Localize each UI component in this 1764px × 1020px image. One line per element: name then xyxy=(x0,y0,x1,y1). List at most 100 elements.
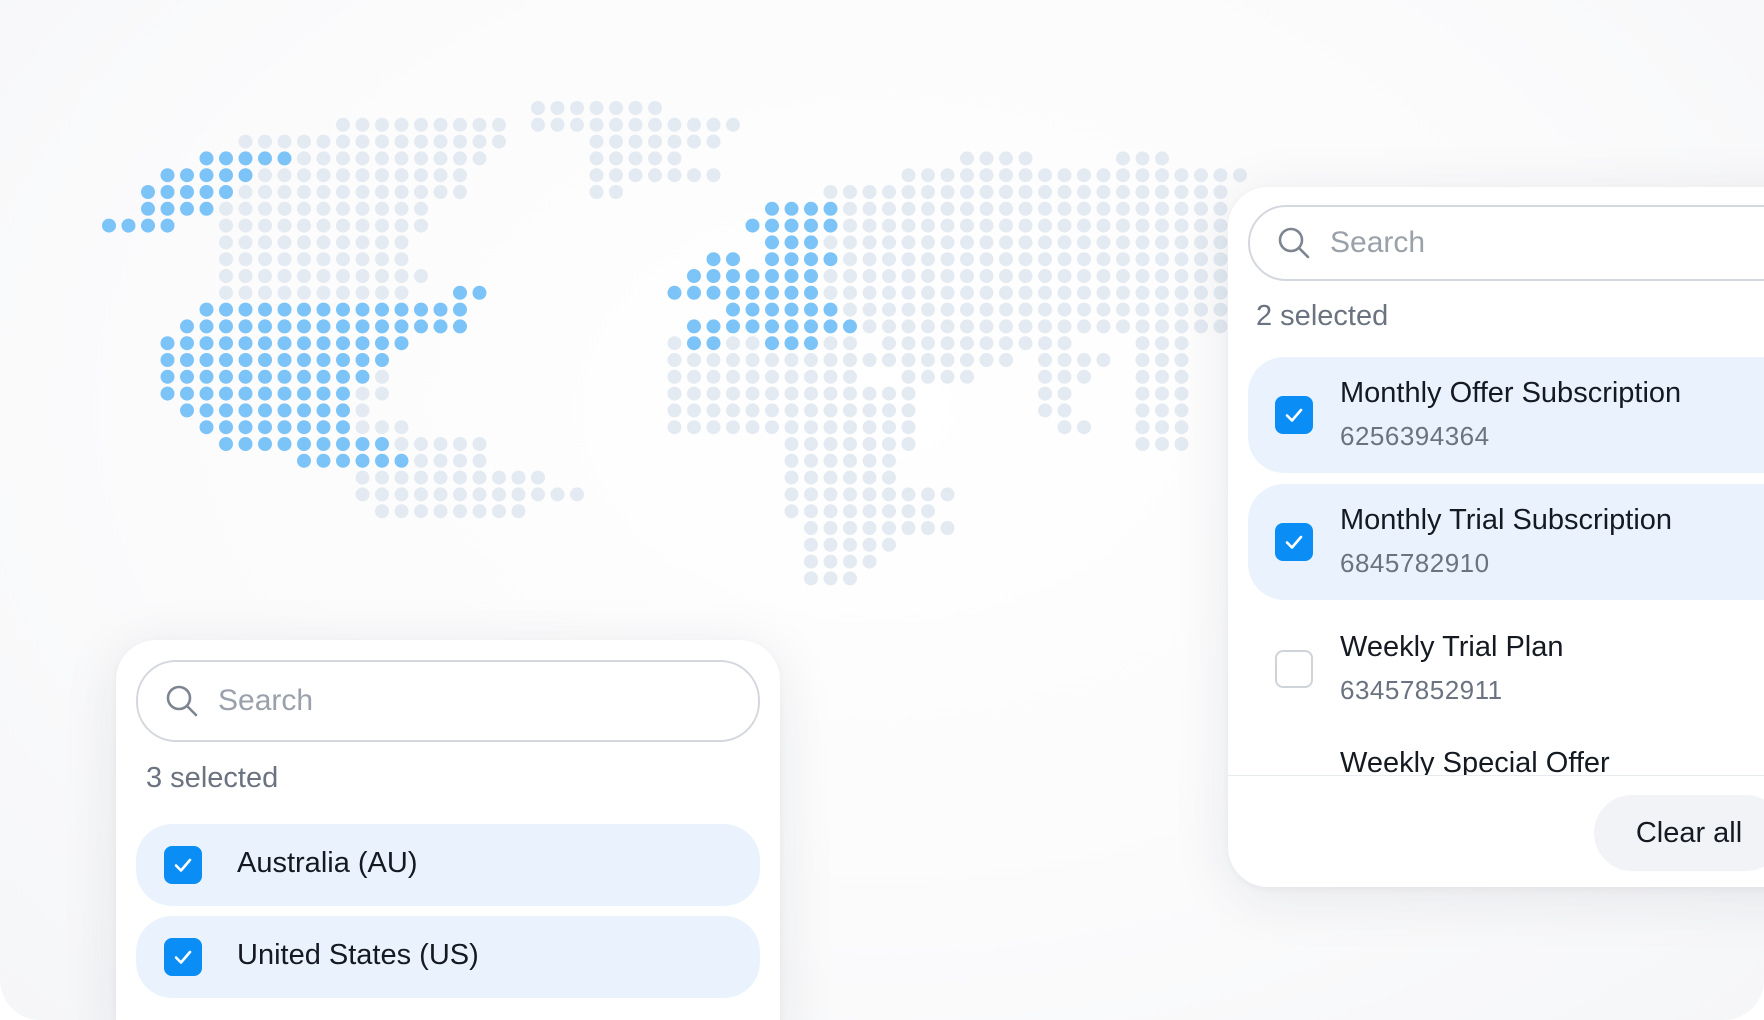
product-option-id: 63457852911 xyxy=(1340,675,1503,705)
map-dot xyxy=(823,353,838,367)
product-option-row[interactable]: Weekly Trial Plan 63457852911 xyxy=(1248,611,1764,727)
map-dot xyxy=(316,201,331,216)
map-dot xyxy=(901,437,916,451)
map-dot xyxy=(355,134,370,149)
map-dot xyxy=(355,168,370,183)
map-dot xyxy=(219,437,233,451)
product-checkbox[interactable] xyxy=(1275,523,1313,561)
map-dot xyxy=(316,269,331,283)
map-dot xyxy=(375,504,389,519)
map-dot xyxy=(355,252,370,267)
map-dot xyxy=(238,269,253,283)
map-dot xyxy=(784,285,799,300)
product-option-row[interactable]: Weekly Special Offer xyxy=(1248,727,1764,775)
map-dot xyxy=(843,487,857,502)
map-dot xyxy=(336,151,350,166)
map-dot xyxy=(921,319,935,334)
country-checkbox[interactable] xyxy=(164,938,202,976)
map-dot xyxy=(1038,185,1052,199)
map-dot xyxy=(160,218,175,233)
map-dot xyxy=(784,269,799,283)
map-dot xyxy=(1194,319,1208,334)
country-search-box[interactable] xyxy=(136,660,760,742)
map-dot xyxy=(219,420,233,435)
map-dot xyxy=(667,386,682,401)
map-dot xyxy=(1194,269,1208,283)
map-dot xyxy=(316,420,331,435)
map-dot xyxy=(843,252,857,267)
map-dot xyxy=(960,252,974,267)
map-dot xyxy=(1057,285,1072,300)
map-dot xyxy=(901,336,916,351)
map-dot xyxy=(1038,302,1052,317)
map-dot xyxy=(238,252,253,267)
map-dot xyxy=(1038,285,1052,300)
map-dot xyxy=(1057,269,1072,283)
country-option-row[interactable]: Australia (AU) xyxy=(136,824,760,906)
map-dot xyxy=(316,319,331,334)
map-dot xyxy=(1018,336,1033,351)
map-dot xyxy=(784,453,799,468)
map-dot xyxy=(921,235,935,250)
map-dot xyxy=(784,504,799,519)
map-dot xyxy=(960,218,974,233)
country-checkbox[interactable] xyxy=(164,846,202,884)
map-dot xyxy=(472,151,487,166)
map-dot xyxy=(316,235,331,250)
map-dot xyxy=(1077,285,1091,300)
map-dot xyxy=(336,168,350,183)
map-dot xyxy=(297,269,311,283)
map-dot xyxy=(979,252,994,267)
product-search-input[interactable] xyxy=(1328,225,1764,261)
map-dot xyxy=(745,353,760,367)
product-search-box[interactable] xyxy=(1248,205,1764,281)
map-dot xyxy=(667,134,682,149)
map-dot xyxy=(219,403,233,418)
map-dot xyxy=(375,302,389,317)
map-dot xyxy=(297,420,311,435)
map-dot xyxy=(921,504,935,519)
map-dot xyxy=(394,185,409,199)
map-dot xyxy=(823,185,838,199)
map-dot xyxy=(1194,252,1208,267)
map-dot xyxy=(823,285,838,300)
map-dot xyxy=(960,285,974,300)
map-dot xyxy=(277,437,292,451)
map-dot xyxy=(765,235,779,250)
product-option-row[interactable]: Monthly Offer Subscription 6256394364 xyxy=(1248,357,1764,473)
map-dot xyxy=(843,453,857,468)
map-dot xyxy=(414,185,428,199)
map-dot xyxy=(784,420,799,435)
country-search-input[interactable] xyxy=(216,683,758,719)
map-dot xyxy=(453,185,467,199)
product-checkbox[interactable] xyxy=(1275,396,1313,434)
map-dot xyxy=(667,168,682,183)
map-dot xyxy=(219,252,233,267)
map-dot xyxy=(414,504,428,519)
map-dot xyxy=(355,117,370,132)
map-dot xyxy=(199,201,214,216)
map-dot xyxy=(531,487,545,502)
map-dot xyxy=(823,504,838,519)
clear-all-button[interactable]: Clear all xyxy=(1594,795,1764,871)
map-dot xyxy=(199,386,214,401)
map-dot xyxy=(297,453,311,468)
map-dot xyxy=(901,386,916,401)
map-dot xyxy=(667,403,682,418)
map-dot xyxy=(706,168,721,183)
map-dot xyxy=(843,369,857,384)
country-option-row[interactable]: United States (US) xyxy=(136,916,760,998)
map-dot xyxy=(258,252,272,267)
map-dot xyxy=(277,235,292,250)
product-option-row[interactable]: Monthly Trial Subscription 6845782910 xyxy=(1248,484,1764,600)
map-dot xyxy=(277,269,292,283)
map-dot xyxy=(375,319,389,334)
map-dot xyxy=(628,134,643,149)
map-dot xyxy=(394,420,409,435)
product-checkbox[interactable] xyxy=(1275,650,1313,688)
product-picker-panel: 2 selected Monthly Offer Subscription 62… xyxy=(1228,187,1764,887)
map-dot xyxy=(1213,302,1228,317)
map-dot xyxy=(687,420,701,435)
map-dot xyxy=(492,487,506,502)
map-dot xyxy=(979,218,994,233)
